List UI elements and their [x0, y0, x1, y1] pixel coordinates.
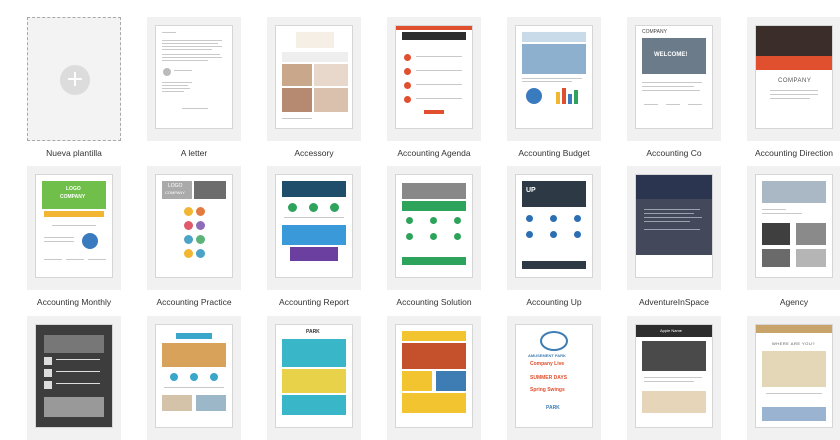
thumb-text: Company Live	[530, 361, 565, 367]
template-thumbnail	[155, 324, 233, 428]
thumb-text: PARK	[546, 405, 560, 411]
template-label: Accounting Agenda	[397, 148, 471, 158]
template-thumbnail: UP	[515, 174, 593, 278]
template-thumbnail: COMPANY WELCOME!	[635, 25, 713, 129]
template-label: Accounting Solution	[396, 297, 472, 307]
template-thumbnail: LOGO COMPANY	[35, 174, 113, 278]
template-thumbnail: COMPANY	[755, 25, 833, 129]
template-label: Nueva plantilla	[46, 148, 102, 158]
template-label: Accounting Direction	[755, 148, 833, 158]
template-thumbnail	[35, 324, 113, 428]
template-thumbnail	[395, 25, 473, 129]
template-label: Agency	[779, 297, 809, 307]
thumb-text: COMPANY	[642, 29, 667, 35]
thumb-text: COMPANY	[165, 190, 185, 195]
template-thumbnail	[515, 25, 593, 129]
template-label: Accounting Co	[646, 148, 702, 158]
template-thumbnail	[635, 174, 713, 278]
template-thumbnail	[275, 174, 353, 278]
thumb-text: COMPANY	[60, 194, 86, 200]
thumb-text: LOGO	[66, 186, 81, 192]
thumb-text: LOGO	[168, 183, 183, 189]
template-label: A letter	[180, 148, 208, 158]
template-label: Accounting Report	[279, 297, 349, 307]
thumb-text: UP	[526, 187, 536, 194]
template-thumbnail	[395, 324, 473, 428]
template-thumbnail	[275, 25, 353, 129]
template-thumbnail	[155, 25, 233, 129]
thumb-text: COMPANY	[778, 78, 812, 84]
thumb-text: AMUSEMENT PARK	[528, 353, 566, 358]
template-label: Accounting Practice	[156, 297, 232, 307]
thumb-text: Spring Swings	[530, 387, 565, 393]
template-label: Accounting Budget	[518, 148, 590, 158]
template-thumbnail: WHERE ARE YOU?	[755, 324, 833, 428]
thumb-text: WELCOME!	[654, 52, 688, 58]
template-thumbnail: AMUSEMENT PARK Company Live SUMMER DAYS …	[515, 324, 593, 428]
thumb-text: SUMMER DAYS	[530, 375, 568, 381]
template-label: Accessory	[294, 148, 334, 158]
template-label: Accounting Monthly	[36, 297, 112, 307]
template-thumbnail: PARK	[275, 324, 353, 428]
plus-icon: +	[60, 65, 90, 95]
template-thumbnail: LOGO COMPANY	[155, 174, 233, 278]
new-template-box[interactable]: +	[27, 17, 121, 141]
thumb-text: PARK	[306, 329, 320, 335]
template-label: AdventureInSpace	[639, 297, 709, 307]
template-thumbnail: Apple Name	[635, 324, 713, 428]
template-gallery: + Nueva plantilla A letter Accessory Acc…	[0, 0, 840, 440]
template-thumbnail	[755, 174, 833, 278]
template-thumbnail	[395, 174, 473, 278]
template-label: Accounting Up	[526, 297, 582, 307]
thumb-text: WHERE ARE YOU?	[772, 341, 815, 346]
thumb-text: Apple Name	[660, 328, 683, 333]
